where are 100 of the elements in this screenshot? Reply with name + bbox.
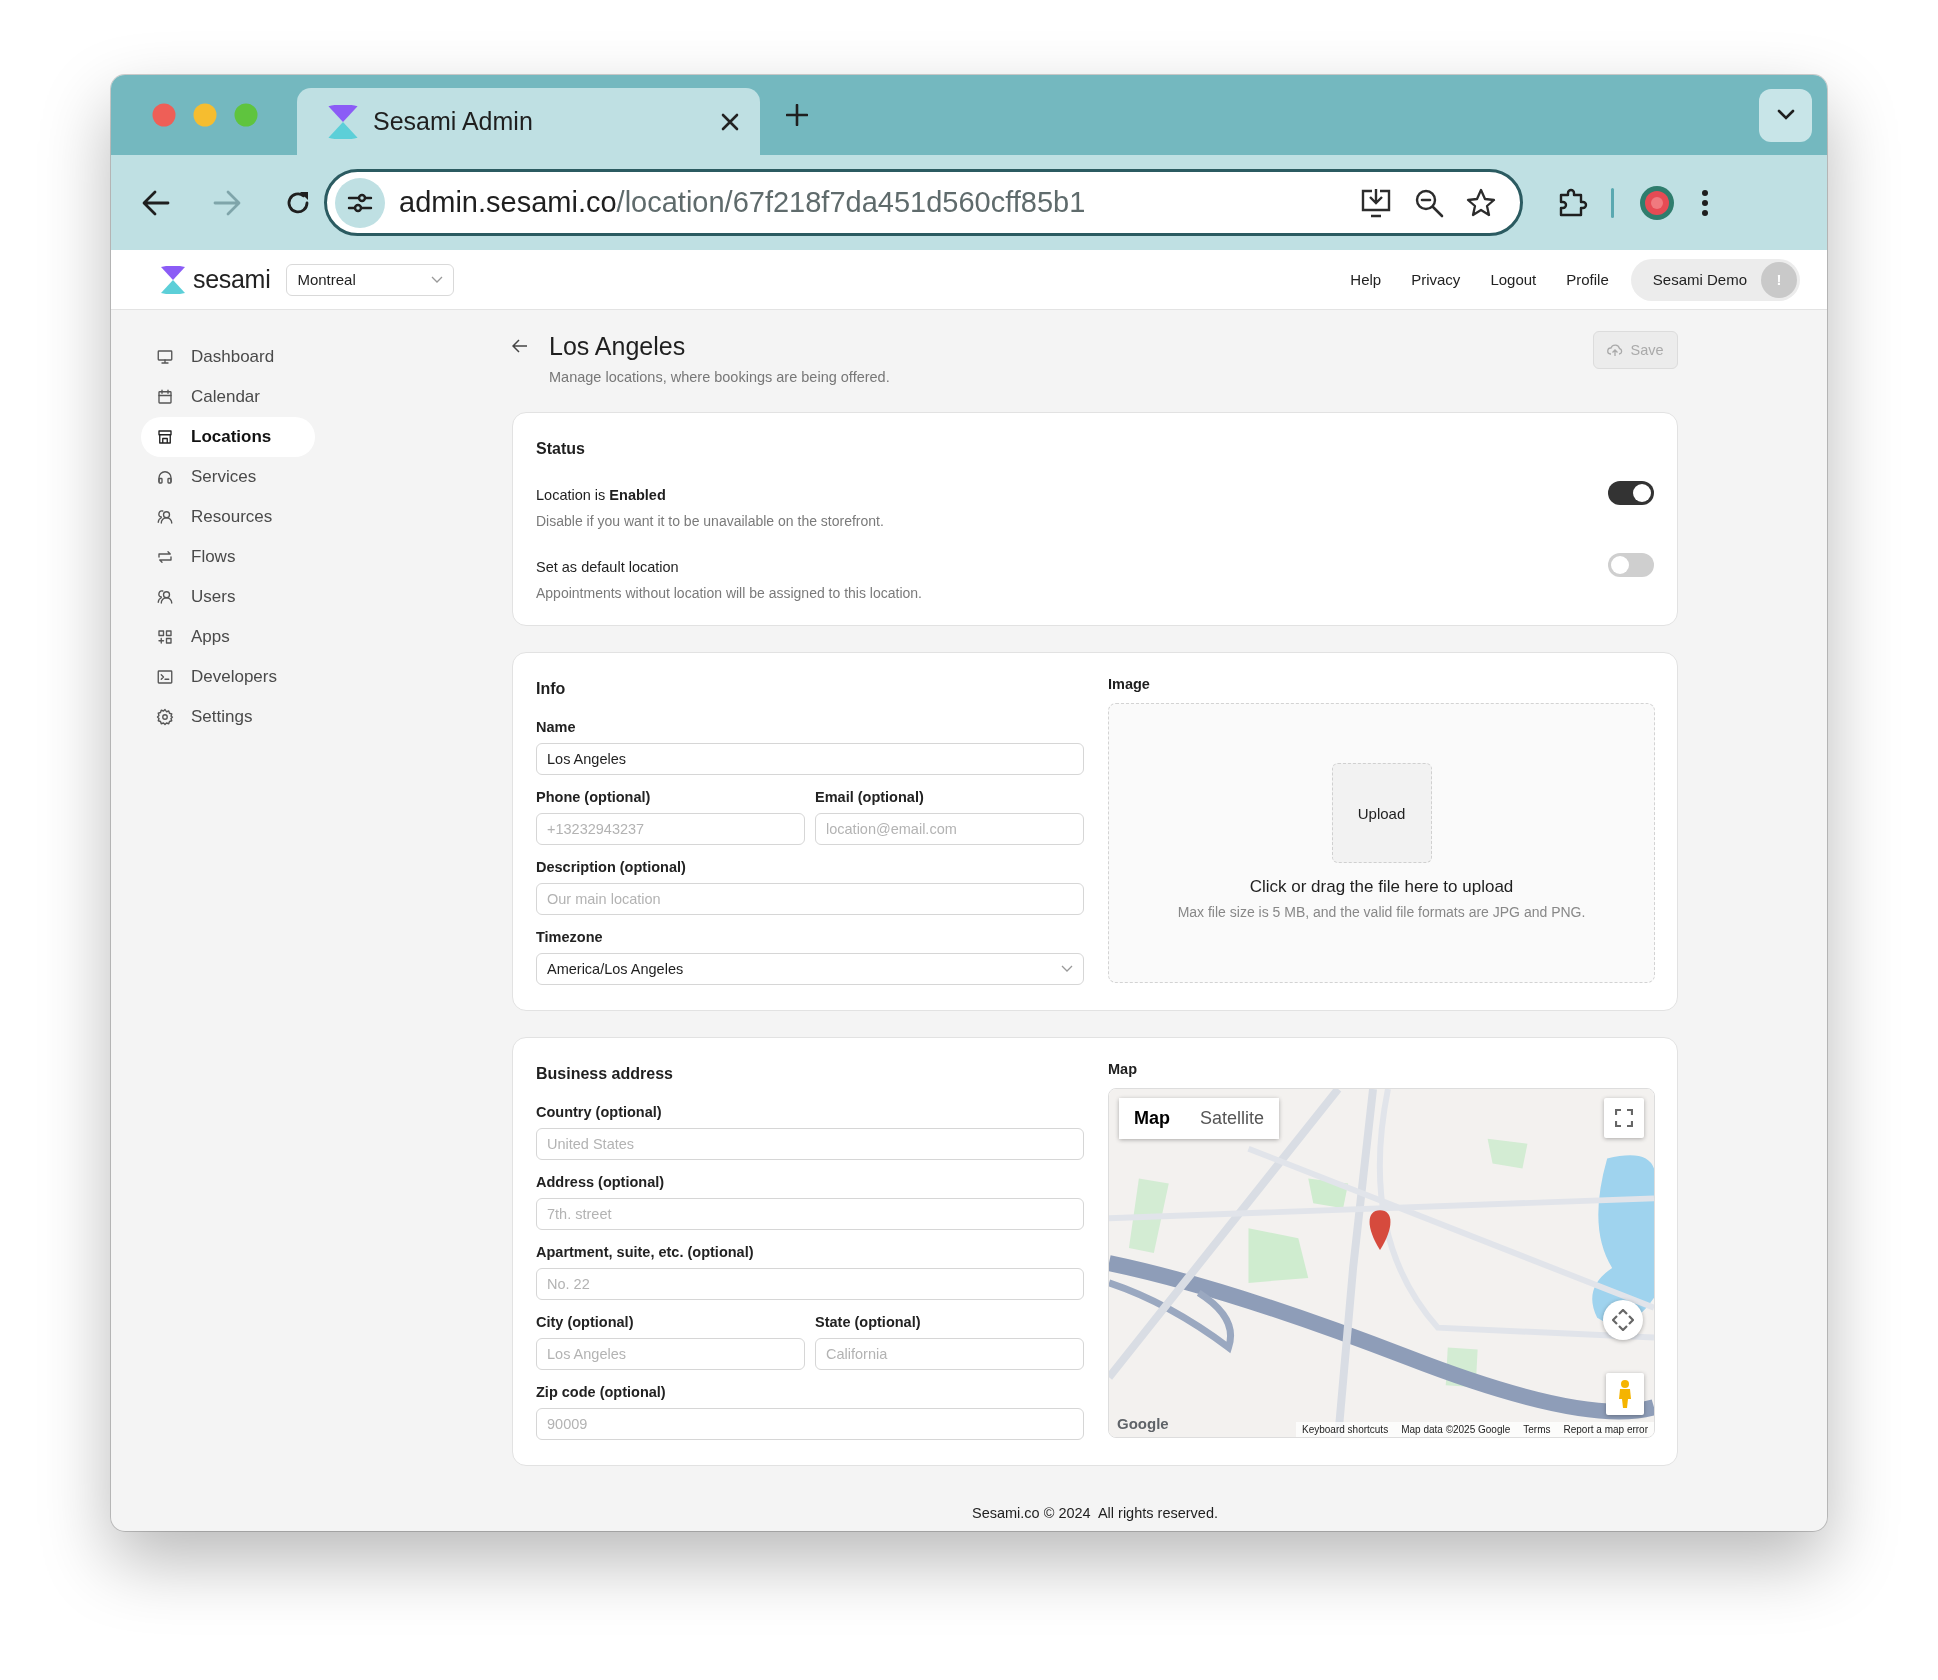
store-icon [156, 428, 174, 446]
puzzle-piece-icon[interactable] [1557, 186, 1589, 219]
sidebar-item[interactable]: Apps [141, 617, 315, 657]
terminal-icon [156, 668, 174, 686]
input-field[interactable]: Los Angeles [536, 743, 1084, 775]
chevron-down-icon [431, 275, 444, 284]
input-field[interactable]: Our main location [536, 883, 1084, 915]
address-bar[interactable]: admin.sesami.co/location/67f218f7da451d560cff85b1 [324, 169, 1523, 236]
forward-arrow-icon [213, 189, 241, 216]
people-icon [156, 588, 174, 606]
new-tab-icon[interactable] [786, 104, 808, 126]
settings-icon [156, 708, 174, 726]
toggle-label: Set as default location [536, 558, 680, 577]
toggle-switch[interactable] [1608, 481, 1654, 505]
sidebar-item[interactable]: Resources [141, 497, 315, 537]
upload-dropzone[interactable]: Upload Click or drag the file here to upload Max file size is 5 MB, and the valid file formats are JPG and PNG. [1108, 703, 1655, 983]
logo-icon[interactable] [160, 265, 186, 294]
page-subtitle: Manage locations, where bookings are being offered. [549, 369, 890, 385]
favicon-icon [327, 104, 359, 139]
calendar-icon [156, 388, 174, 406]
sidebar-item[interactable]: Services [141, 457, 315, 497]
back-arrow-icon [142, 189, 170, 216]
input-field[interactable]: 7th. street [536, 1198, 1084, 1230]
input-field[interactable]: United States [536, 1128, 1084, 1160]
input-field[interactable]: California [815, 1338, 1084, 1370]
fullscreen-button[interactable] [1604, 1098, 1644, 1138]
card-heading: Info [536, 679, 567, 699]
alert-badge: ! [1761, 261, 1797, 298]
apps-grid-icon [156, 628, 174, 646]
star-icon[interactable] [1466, 187, 1496, 218]
field-label: Apartment, suite, etc. (optional) [536, 1243, 755, 1262]
site-settings-button[interactable] [335, 177, 385, 228]
tab-title: Sesami Admin [373, 107, 534, 136]
sidebar-item[interactable]: Dashboard [141, 337, 315, 377]
input-field[interactable]: location@email.com [815, 813, 1084, 845]
field-label: Email (optional) [815, 788, 925, 807]
map-attribution-link[interactable]: Report a map error [1563, 1424, 1648, 1435]
input-field[interactable]: Los Angeles [536, 1338, 805, 1370]
close-icon[interactable] [720, 111, 740, 132]
user-menu-button[interactable]: Sesami Demo ! [1630, 258, 1800, 301]
upload-hint: Max file size is 5 MB, and the valid file formats are JPG and PNG. [1177, 904, 1586, 920]
map-attribution-link[interactable]: Map data ©2025 Google [1401, 1424, 1511, 1435]
zoom-out-icon[interactable] [1414, 187, 1444, 218]
person-figure-icon [1617, 1379, 1633, 1409]
nav-link[interactable]: Logout [1490, 271, 1537, 288]
field-label: City (optional) [536, 1313, 635, 1332]
page-title: Los Angeles [549, 331, 687, 361]
field-label: Zip code (optional) [536, 1383, 667, 1402]
footer-text: Sesami.co © 2024 All rights reserved. [971, 1505, 1219, 1521]
sidebar-item[interactable]: Flows [141, 537, 315, 577]
nav-link[interactable]: Privacy [1411, 271, 1461, 288]
input-field[interactable]: 90009 [536, 1408, 1084, 1440]
card-heading: Status [536, 439, 586, 459]
toggle-description: Appointments without location will be assigned to this location. [536, 584, 922, 603]
sidebar-item[interactable]: Users [141, 577, 315, 617]
field-label: Address (optional) [536, 1173, 666, 1192]
sidebar-item[interactable]: Locations [141, 417, 315, 457]
map-type-tab[interactable]: Satellite [1185, 1098, 1280, 1139]
profile-avatar[interactable] [1639, 184, 1675, 221]
sidebar-item[interactable]: Settings [141, 697, 315, 737]
map-view[interactable]: Map Satellite Google Keyboard shortcuts Map data ©2025 Google Terms Report a map error [1108, 1088, 1655, 1438]
field-label: Name [536, 718, 577, 737]
map-logo: Google [1117, 1415, 1169, 1432]
upload-prompt: Click or drag the file here to upload [1249, 876, 1514, 898]
map-type-tab[interactable]: Map [1119, 1098, 1185, 1139]
people-icon [156, 508, 174, 526]
field-label: State (optional) [815, 1313, 922, 1332]
back-arrow-icon[interactable] [512, 339, 528, 353]
field-label: Phone (optional) [536, 788, 652, 807]
field-label: Description (optional) [536, 858, 687, 877]
select-field[interactable]: America/Los Angeles [536, 953, 1084, 985]
input-field[interactable]: +13232943237 [536, 813, 805, 845]
toggle-switch[interactable] [1608, 553, 1654, 577]
field-label: Country (optional) [536, 1103, 663, 1122]
monitor-icon [156, 348, 174, 366]
fullscreen-icon [1615, 1109, 1633, 1127]
cloud-upload-icon [1607, 343, 1624, 357]
input-field[interactable]: No. 22 [536, 1268, 1084, 1300]
map-attribution-link[interactable]: Keyboard shortcuts [1302, 1424, 1389, 1435]
toggle-description: Disable if you want it to be unavailable on the storefront. [536, 512, 884, 531]
field-label: Image [1108, 675, 1151, 694]
browser-tab[interactable]: Sesami Admin [297, 88, 760, 155]
upload-button[interactable]: Upload [1331, 763, 1432, 863]
brand-name[interactable]: sesami [193, 265, 271, 294]
sidebar-item[interactable]: Developers [141, 657, 315, 697]
repeat-icon [156, 548, 174, 566]
card-heading: Business address [536, 1064, 674, 1084]
more-menu-icon[interactable] [1701, 188, 1709, 217]
sidebar-item[interactable]: Calendar [141, 377, 315, 417]
install-app-icon[interactable] [1360, 187, 1392, 218]
url-text: admin.sesami.co/location/67f218f7da451d560cff85b1 [399, 186, 1087, 219]
location-select[interactable]: Montreal [286, 263, 455, 296]
four-arrows-icon [1612, 1309, 1634, 1331]
field-label: Map [1108, 1060, 1138, 1079]
nav-link[interactable]: Help [1350, 271, 1382, 288]
nav-link[interactable]: Profile [1566, 271, 1609, 288]
headphones-icon [156, 468, 174, 486]
map-attribution-link[interactable]: Terms [1523, 1424, 1551, 1435]
chevron-down-icon [1061, 965, 1073, 973]
field-label: Timezone [536, 928, 604, 947]
